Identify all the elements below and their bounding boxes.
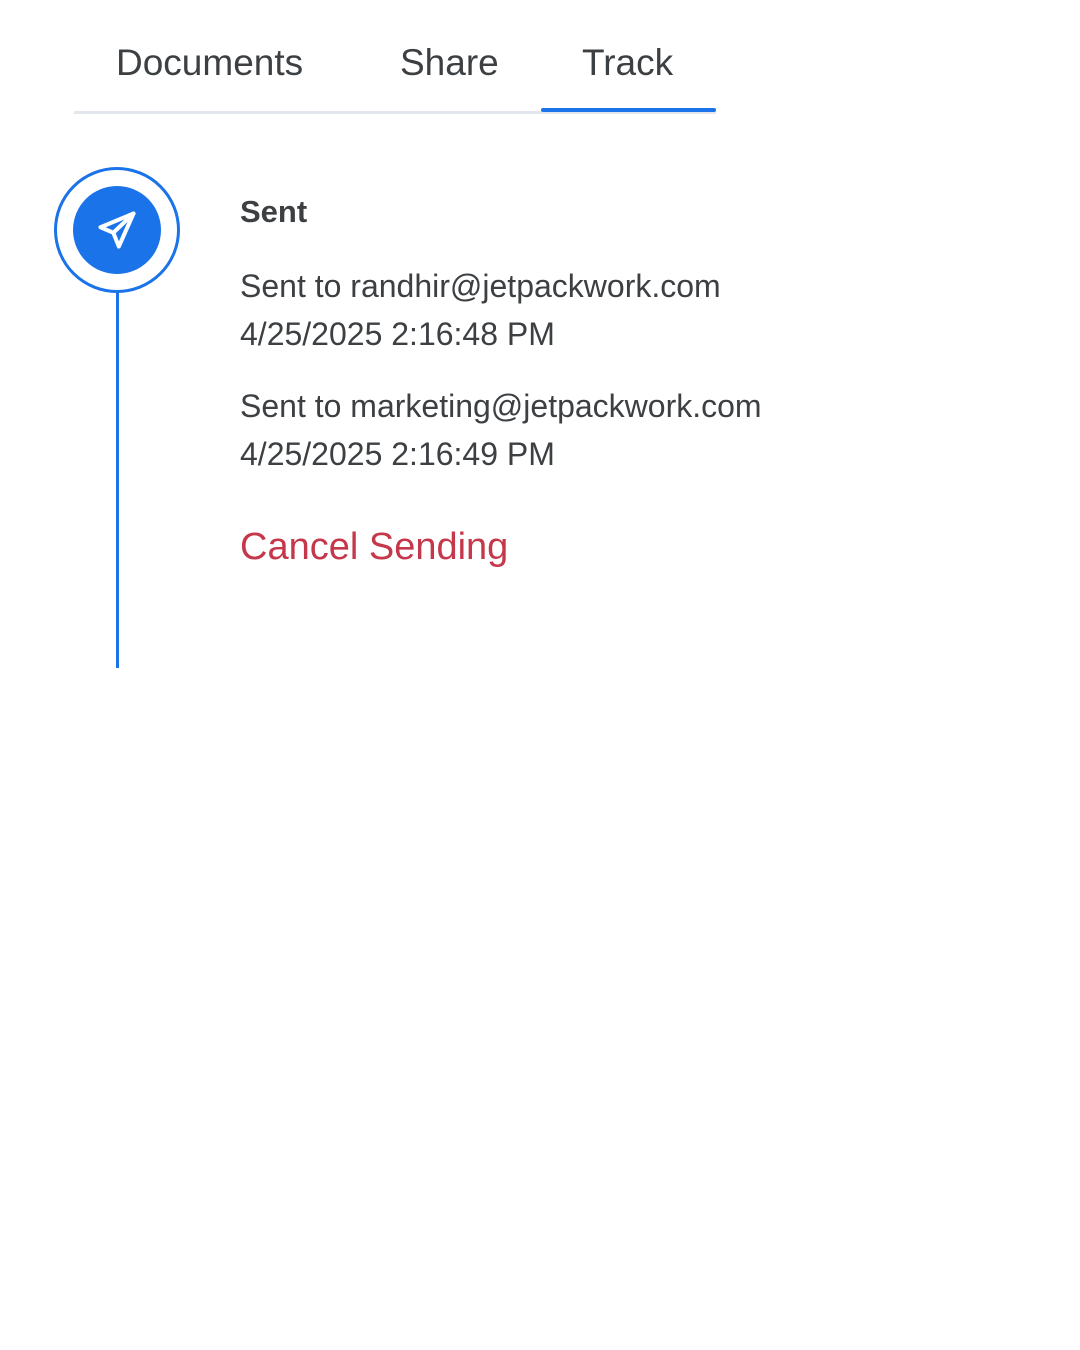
paper-plane-icon — [98, 211, 136, 249]
tab-bar: Documents Share Track — [74, 0, 716, 114]
status-node — [54, 167, 180, 293]
timeline-event: Sent to randhir@jetpackwork.com 4/25/202… — [240, 262, 721, 358]
status-title: Sent — [240, 194, 308, 229]
active-tab-indicator — [541, 108, 716, 112]
status-node-badge — [73, 186, 161, 274]
tab-track[interactable]: Track — [582, 38, 673, 88]
event-recipient: Sent to marketing@jetpackwork.com — [240, 388, 762, 424]
timeline-line — [116, 290, 119, 668]
timeline-event: Sent to marketing@jetpackwork.com 4/25/2… — [240, 382, 762, 478]
event-timestamp: 4/25/2025 2:16:49 PM — [240, 436, 555, 472]
event-timestamp: 4/25/2025 2:16:48 PM — [240, 316, 555, 352]
cancel-sending-link[interactable]: Cancel Sending — [240, 522, 508, 572]
tab-share[interactable]: Share — [400, 38, 499, 88]
tab-documents[interactable]: Documents — [116, 38, 303, 88]
event-recipient: Sent to randhir@jetpackwork.com — [240, 268, 721, 304]
